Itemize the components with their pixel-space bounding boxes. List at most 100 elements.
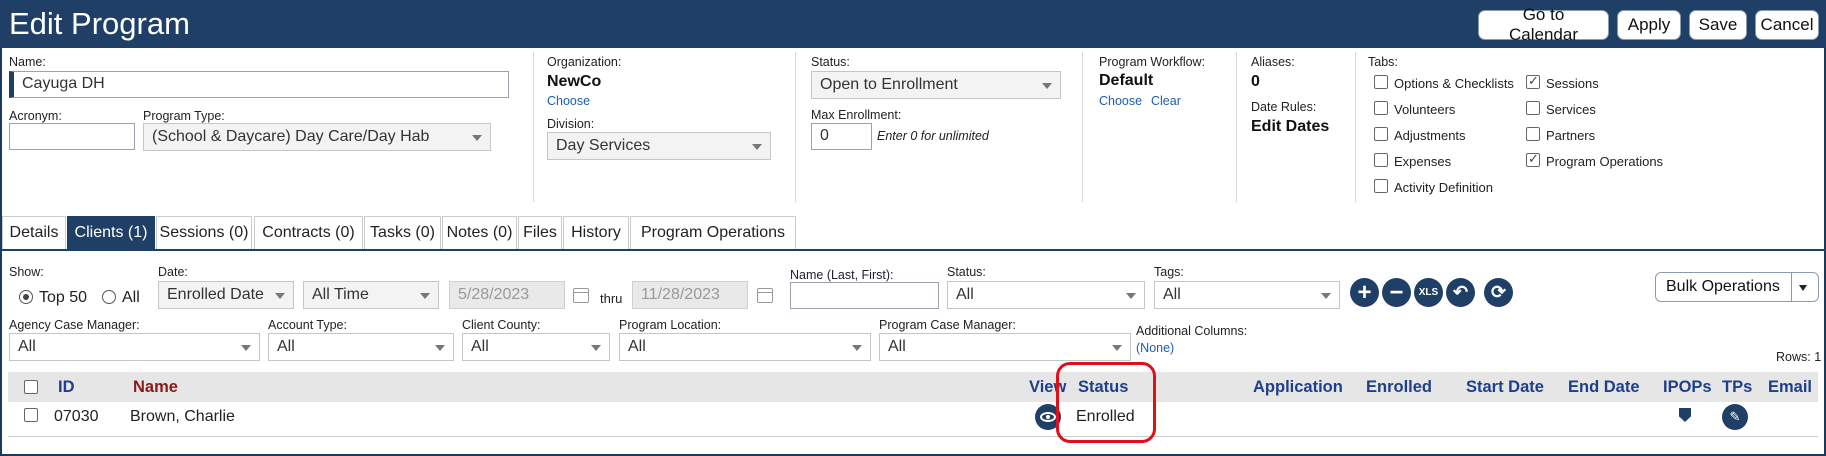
date-range-select[interactable]: All Time: [303, 281, 439, 309]
tab-option-label: Adjustments: [1394, 128, 1466, 143]
tags-select[interactable]: All: [1154, 281, 1340, 309]
organization-choose-link[interactable]: Choose: [547, 94, 590, 108]
cancel-button[interactable]: Cancel: [1755, 10, 1819, 40]
tab-sessions-0[interactable]: Sessions (0): [156, 216, 252, 249]
plus-icon: +: [1357, 278, 1372, 306]
tab-details[interactable]: Details: [2, 216, 66, 249]
tab-option-checkbox[interactable]: [1374, 153, 1388, 167]
calendar-icon[interactable]: [757, 288, 773, 303]
tab-option-checkbox[interactable]: [1374, 101, 1388, 115]
tab-clients-1[interactable]: Clients (1): [67, 216, 155, 249]
workflow-value: Default: [1099, 72, 1154, 89]
name-input[interactable]: Cayuga DH: [9, 71, 509, 98]
acronym-label: Acronym:: [9, 109, 62, 123]
program-location-label: Program Location:: [619, 318, 722, 332]
tab-option-checkbox[interactable]: [1526, 127, 1540, 141]
max-enrollment-hint: Enter 0 for unlimited: [877, 129, 989, 143]
show-label: Show:: [9, 265, 44, 279]
agency-cm-select[interactable]: All: [9, 333, 260, 361]
date-field-value: Enrolled Date: [167, 286, 264, 303]
tab-history[interactable]: History: [563, 216, 629, 249]
from-date-input[interactable]: 5/28/2023: [449, 281, 565, 309]
apply-button[interactable]: Apply: [1617, 10, 1681, 40]
column-header-name[interactable]: Name: [133, 378, 178, 397]
max-enrollment-label: Max Enrollment:: [811, 108, 902, 122]
organization-value: NewCo: [547, 73, 602, 90]
aliases-label: Aliases:: [1251, 55, 1295, 69]
chevron-down-icon[interactable]: [1799, 285, 1807, 291]
to-date-input[interactable]: 11/28/2023: [632, 281, 748, 309]
additional-columns-link[interactable]: (None): [1136, 341, 1174, 355]
rows-count: Rows: 1: [1776, 350, 1822, 364]
program-cm-select[interactable]: All: [879, 333, 1131, 361]
chevron-down-icon: [752, 144, 762, 150]
account-type-value: All: [277, 338, 295, 355]
tab-program-operations[interactable]: Program Operations: [630, 216, 796, 249]
tab-option-checkbox[interactable]: [1374, 127, 1388, 141]
tab-tasks-0[interactable]: Tasks (0): [364, 216, 441, 249]
client-name-input[interactable]: [790, 282, 939, 309]
tab-option-checkbox[interactable]: [1374, 75, 1388, 89]
tab-option-checkbox[interactable]: [1526, 151, 1540, 167]
edit-tp-icon[interactable]: ✎: [1722, 404, 1748, 430]
date-rules-link[interactable]: Edit Dates: [1251, 118, 1329, 136]
top50-radio[interactable]: [19, 290, 33, 304]
all-label: All: [122, 289, 140, 306]
program-type-label: Program Type:: [143, 109, 225, 123]
add-client-button[interactable]: +: [1350, 278, 1379, 307]
save-button[interactable]: Save: [1689, 10, 1747, 40]
select-all-checkbox[interactable]: [24, 380, 38, 394]
chevron-down-icon: [1321, 293, 1331, 299]
tab-option-label: Program Operations: [1546, 154, 1664, 169]
undo-icon: ↶: [1452, 282, 1469, 302]
remove-client-button[interactable]: −: [1382, 278, 1411, 307]
workflow-choose-link[interactable]: Choose: [1099, 94, 1142, 108]
name-label: Name:: [9, 55, 46, 69]
go-to-calendar-button[interactable]: Go to Calendar: [1478, 5, 1609, 44]
tab-contracts-0[interactable]: Contracts (0): [254, 216, 363, 249]
tags-value: All: [1163, 286, 1181, 303]
column-header-application[interactable]: Application: [1253, 378, 1343, 397]
column-header-id[interactable]: ID: [58, 378, 75, 397]
account-type-select[interactable]: All: [268, 333, 454, 361]
acronym-input[interactable]: [9, 123, 135, 150]
tab-option-label: Volunteers: [1394, 102, 1456, 117]
export-xls-button[interactable]: XLS: [1414, 278, 1443, 307]
workflow-clear-link[interactable]: Clear: [1151, 94, 1181, 108]
tab-option-label: Activity Definition: [1394, 180, 1493, 195]
tab-files[interactable]: Files: [518, 216, 562, 249]
all-radio[interactable]: [102, 290, 116, 304]
chevron-down-icon: [591, 345, 601, 351]
column-header-start-date[interactable]: Start Date: [1466, 378, 1544, 397]
date-range-value: All Time: [312, 286, 369, 303]
column-header-enrolled[interactable]: Enrolled: [1366, 378, 1432, 397]
refresh-button[interactable]: ⟳: [1484, 278, 1513, 307]
row-name[interactable]: Brown, Charlie: [130, 408, 235, 426]
division-select[interactable]: Day Services: [547, 132, 771, 160]
workflow-label: Program Workflow:: [1099, 55, 1206, 69]
row-checkbox[interactable]: [24, 408, 38, 422]
program-location-select[interactable]: All: [619, 333, 871, 361]
divider: [1791, 273, 1792, 301]
status-select[interactable]: Open to Enrollment: [811, 71, 1061, 99]
calendar-icon[interactable]: [573, 288, 589, 303]
status-filter-select[interactable]: All: [947, 281, 1145, 309]
client-county-select[interactable]: All: [462, 333, 610, 361]
row-id[interactable]: 07030: [54, 408, 99, 426]
chevron-down-icon: [1042, 83, 1052, 89]
tab-option-checkbox[interactable]: [1374, 179, 1388, 193]
max-enrollment-input[interactable]: 0: [811, 123, 872, 150]
undo-button[interactable]: ↶: [1446, 278, 1475, 307]
date-field-select[interactable]: Enrolled Date: [158, 281, 294, 309]
chevron-down-icon: [1126, 293, 1136, 299]
program-type-select[interactable]: (School & Daycare) Day Care/Day Hab: [143, 123, 491, 151]
tab-option-checkbox[interactable]: [1526, 101, 1540, 115]
tab-option-checkbox[interactable]: [1526, 73, 1540, 89]
column-header-end-date[interactable]: End Date: [1568, 378, 1640, 397]
tab-notes-0[interactable]: Notes (0): [442, 216, 517, 249]
status-filter-value: All: [956, 286, 974, 303]
page-title: Edit Program: [9, 6, 190, 41]
program-type-value: (School & Daycare) Day Care/Day Hab: [152, 128, 430, 145]
minus-icon: −: [1389, 278, 1404, 306]
bulk-operations-button[interactable]: Bulk Operations: [1655, 272, 1819, 302]
